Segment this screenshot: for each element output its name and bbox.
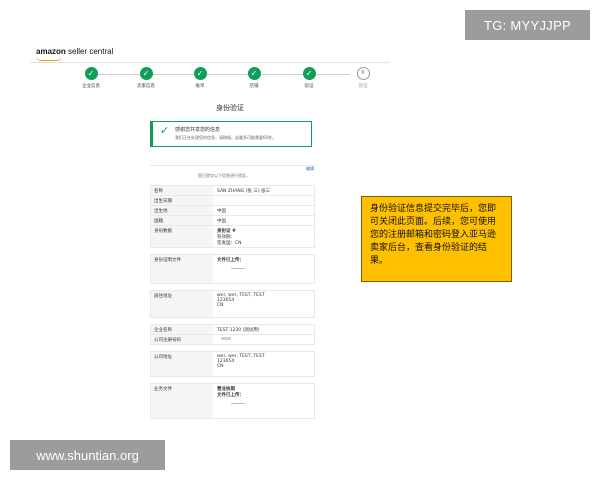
instruction-callout: 身份验证信息提交完毕后，您即可关闭此页面。后续，您可使用您的注册邮箱和密码登入亚… bbox=[361, 196, 512, 282]
table-row: 居住地址 wer, wer, TEST, TEST 123654 CN bbox=[150, 290, 315, 318]
step-5: ✓ 验证 bbox=[289, 67, 329, 89]
row-value: 营业执照 文件已上传： bbox=[213, 384, 314, 418]
success-body: 我们正在处理您的信息，请稍候。这最多可能需要60秒。 bbox=[175, 135, 277, 140]
step-1: ✓ 企业信息 bbox=[71, 67, 111, 89]
step-3: ✓ 账单 bbox=[180, 67, 220, 89]
table-row: 国籍 中国 bbox=[150, 215, 315, 225]
confirm-text: 您已提交以下信息进行验证。 bbox=[198, 173, 250, 178]
row-key: 公司注册号码 bbox=[151, 335, 213, 344]
amazon-smile-icon bbox=[36, 56, 62, 61]
row-value: 中国 bbox=[213, 216, 314, 225]
step-done-check-icon: ✓ bbox=[302, 67, 316, 80]
table-row: 身份数据 身份证 # 有效期： 签发国：CN bbox=[150, 225, 315, 248]
row-key: 身份数据 bbox=[151, 226, 213, 247]
redacted-value bbox=[221, 336, 231, 340]
row-key: 出生地 bbox=[151, 206, 213, 215]
table-row: 公司注册号码 bbox=[150, 334, 315, 345]
amazon-seller-central-logo[interactable]: amazon seller central bbox=[36, 47, 113, 56]
table-row: 业务文件 营业执照 文件已上传： bbox=[150, 383, 315, 419]
table-row: 出生日期 bbox=[150, 195, 315, 205]
step-label: 店铺 bbox=[249, 84, 259, 89]
step-6: 6 验证 bbox=[343, 67, 383, 89]
step-done-check-icon: ✓ bbox=[193, 67, 207, 80]
step-label: 验证 bbox=[304, 84, 314, 89]
row-value: wer, wer, TEST, TEST 123654 CN bbox=[213, 352, 314, 376]
page-title: 身份验证 bbox=[216, 104, 244, 112]
row-value: 中国 bbox=[213, 206, 314, 215]
table-row: 企业名称 TEST 1230 (测试用) bbox=[150, 324, 315, 334]
site-watermark: www.shuntian.org bbox=[10, 440, 165, 470]
step-done-check-icon: ✓ bbox=[247, 67, 261, 80]
submitted-info-table: 名称 SAN ZHANG (张 三) 张三 出生日期 出生地 中国 国籍 中国 … bbox=[150, 185, 315, 419]
logo-brand: amazon bbox=[36, 47, 66, 56]
step-2: ✓ 卖家信息 bbox=[126, 67, 166, 89]
step-label: 验证 bbox=[358, 84, 368, 89]
step-label: 账单 bbox=[195, 84, 205, 89]
step-pending-icon: 6 bbox=[356, 67, 370, 80]
step-label: 卖家信息 bbox=[137, 84, 155, 89]
row-value: SAN ZHANG (张 三) 张三 bbox=[213, 186, 314, 195]
table-row: 身份证明文件 文件已上传： bbox=[150, 254, 315, 284]
step-done-check-icon: ✓ bbox=[84, 67, 98, 80]
row-value: wer, wer, TEST, TEST 123654 CN bbox=[213, 291, 314, 317]
header-divider bbox=[30, 62, 390, 63]
row-value: 身份证 # 有效期： 签发国：CN bbox=[213, 226, 314, 247]
table-row: 公司地址 wer, wer, TEST, TEST 123654 CN bbox=[150, 351, 315, 377]
success-alert: ✓ 感谢您共享您的信息 我们正在处理您的信息，请稍候。这最多可能需要60秒。 bbox=[150, 121, 312, 147]
row-key: 公司地址 bbox=[151, 352, 213, 376]
row-key: 出生日期 bbox=[151, 196, 213, 205]
edit-link[interactable]: 编辑 bbox=[306, 166, 314, 172]
table-row: 名称 SAN ZHANG (张 三) 张三 bbox=[150, 185, 315, 195]
row-key: 国籍 bbox=[151, 216, 213, 225]
row-key: 业务文件 bbox=[151, 384, 213, 418]
check-icon: ✓ bbox=[160, 124, 170, 137]
table-row: 出生地 中国 bbox=[150, 205, 315, 215]
row-value bbox=[213, 335, 314, 344]
row-key: 名称 bbox=[151, 186, 213, 195]
row-value bbox=[213, 196, 314, 205]
row-value: TEST 1230 (测试用) bbox=[213, 325, 314, 334]
step-4: ✓ 店铺 bbox=[234, 67, 274, 89]
redacted-file bbox=[231, 402, 245, 404]
section-divider bbox=[150, 165, 315, 166]
logo-suffix: seller central bbox=[65, 47, 114, 56]
step-done-check-icon: ✓ bbox=[139, 67, 153, 80]
row-key: 身份证明文件 bbox=[151, 255, 213, 283]
row-key: 居住地址 bbox=[151, 291, 213, 317]
telegram-badge: TG: MYYJJPP bbox=[465, 10, 590, 40]
row-key: 企业名称 bbox=[151, 325, 213, 334]
redacted-file bbox=[231, 267, 245, 269]
row-value: 文件已上传： bbox=[213, 255, 314, 283]
success-title: 感谢您共享您的信息 bbox=[175, 127, 221, 133]
step-label: 企业信息 bbox=[82, 84, 100, 89]
